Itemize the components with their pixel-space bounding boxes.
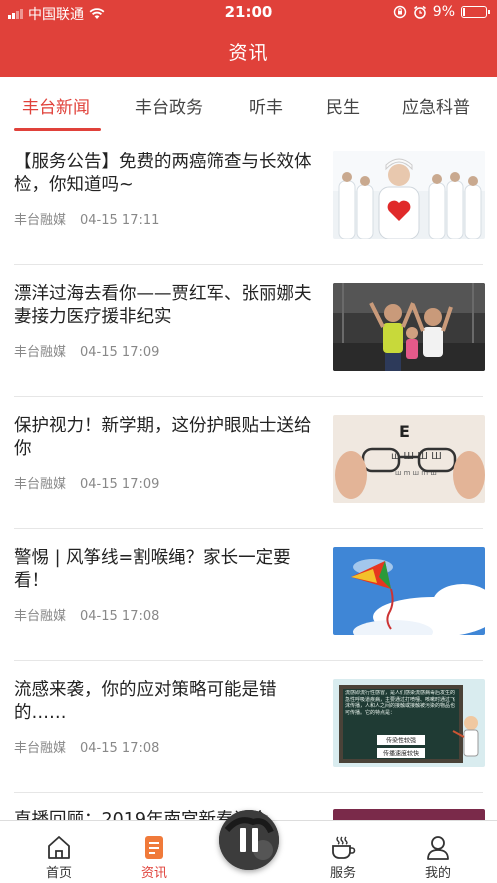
page-title: 资讯 xyxy=(228,42,269,64)
article-thumbnail-flu-board: 流感即流行性感冒，是人们感染流感病毒后发生的急性呼吸道疾病，主要通过打喷嚏、咳嗽… xyxy=(333,679,485,767)
article-title: 保护视力！新学期，这份护眼贴士送给你 xyxy=(14,416,312,459)
article-time: 04-15 17:11 xyxy=(80,213,160,228)
active-tab-indicator xyxy=(14,128,101,131)
article-item[interactable]: 流感来袭，你的应对策略可能是错的…… 丰台融媒 04-15 17:08 流感即流行… xyxy=(0,661,497,793)
article-item[interactable]: 保护视力！新学期，这份护眼贴士送给你 丰台融媒 04-15 17:09 E ш Ш… xyxy=(0,397,497,529)
article-meta: 丰台融媒 04-15 17:08 xyxy=(14,605,159,624)
article-meta: 丰台融媒 04-15 17:09 xyxy=(14,473,159,492)
coffee-icon xyxy=(332,836,356,859)
app-header: 中国联通 21:00 9% 资讯 xyxy=(0,0,497,77)
article-title: 漂洋过海去看你——贾红军、张丽娜夫妻接力医疗援非纪实 xyxy=(14,284,312,327)
article-title: 【服务公告】免费的两癌筛查与长效体检，你知道吗~ xyxy=(14,152,312,195)
svg-text:E: E xyxy=(399,422,410,441)
category-tabs: 丰台新闻 丰台政务 听丰 民生 应急科普 xyxy=(0,77,497,133)
tabbar-mine[interactable]: 我的 xyxy=(398,821,478,883)
flu-tag-spread: 传播速度较快 xyxy=(383,750,419,758)
tabbar-home[interactable]: 首页 xyxy=(19,821,99,883)
tab-fengtai-affairs[interactable]: 丰台政务 xyxy=(135,93,203,118)
article-source: 丰台融媒 xyxy=(14,609,67,624)
article-thumbnail-family xyxy=(333,283,485,371)
tab-livelihood[interactable]: 民生 xyxy=(326,93,360,118)
tabbar-label: 资讯 xyxy=(140,866,167,881)
tabbar-label: 我的 xyxy=(424,866,451,881)
tabbar-label: 服务 xyxy=(329,866,356,881)
alarm-icon xyxy=(413,5,426,19)
article-item[interactable]: 警惕 | 风筝线=割喉绳？家长一定要看！ 丰台融媒 04-15 17:08 xyxy=(0,529,497,661)
article-title: 警惕 | 风筝线=割喉绳？家长一定要看！ xyxy=(14,548,291,591)
article-time: 04-15 17:09 xyxy=(80,345,160,360)
article-source: 丰台融媒 xyxy=(14,477,67,492)
tab-fengtai-news[interactable]: 丰台新闻 xyxy=(22,93,90,118)
flu-tag-contagious: 传染性较强 xyxy=(386,737,416,745)
tabbar-label: 首页 xyxy=(45,866,72,881)
article-thumbnail-doctors xyxy=(333,151,485,239)
tabbar-news[interactable]: 资讯 xyxy=(114,821,194,883)
article-source: 丰台融媒 xyxy=(14,213,67,228)
article-thumbnail-kite xyxy=(333,547,485,635)
user-icon xyxy=(427,836,449,860)
article-list: 【服务公告】免费的两癌筛查与长效体检，你知道吗~ 丰台融媒 04-15 17:11 xyxy=(0,133,497,823)
article-item[interactable]: 【服务公告】免费的两癌筛查与长效体检，你知道吗~ 丰台融媒 04-15 17:11 xyxy=(0,133,497,265)
article-meta: 丰台融媒 04-15 17:08 xyxy=(14,737,159,756)
article-time: 04-15 17:08 xyxy=(80,609,160,624)
news-icon xyxy=(145,836,163,859)
article-time: 04-15 17:09 xyxy=(80,477,160,492)
article-thumbnail-glasses: E ш Ш Ш Ш ш m ш m ш xyxy=(333,415,485,503)
article-meta: 丰台融媒 04-15 17:11 xyxy=(14,209,159,228)
article-source: 丰台融媒 xyxy=(14,345,67,360)
audio-player-button[interactable] xyxy=(219,810,279,870)
orientation-lock-icon xyxy=(393,5,406,19)
home-icon xyxy=(48,836,70,859)
flu-board-text: 流感即流行性感冒，是人们感染流感病毒后发生的急性呼吸道疾病，主要通过打喷嚏、咳嗽… xyxy=(345,690,456,716)
tabbar-services[interactable]: 服务 xyxy=(303,821,383,883)
article-title: 流感来袭，你的应对策略可能是错的…… xyxy=(14,680,277,723)
article-time: 04-15 17:08 xyxy=(80,741,160,756)
battery-icon xyxy=(461,6,490,18)
article-source: 丰台融媒 xyxy=(14,741,67,756)
battery-percent: 9% xyxy=(432,4,455,20)
article-item[interactable]: 漂洋过海去看你——贾红军、张丽娜夫妻接力医疗援非纪实 丰台融媒 04-15 17:… xyxy=(0,265,497,397)
status-bar: 中国联通 21:00 9% xyxy=(0,0,497,26)
article-meta: 丰台融媒 04-15 17:09 xyxy=(14,341,159,360)
tab-listen-fengtai[interactable]: 听丰 xyxy=(249,93,283,118)
tab-emergency-science[interactable]: 应急科普 xyxy=(402,93,470,118)
pause-icon xyxy=(240,828,258,852)
